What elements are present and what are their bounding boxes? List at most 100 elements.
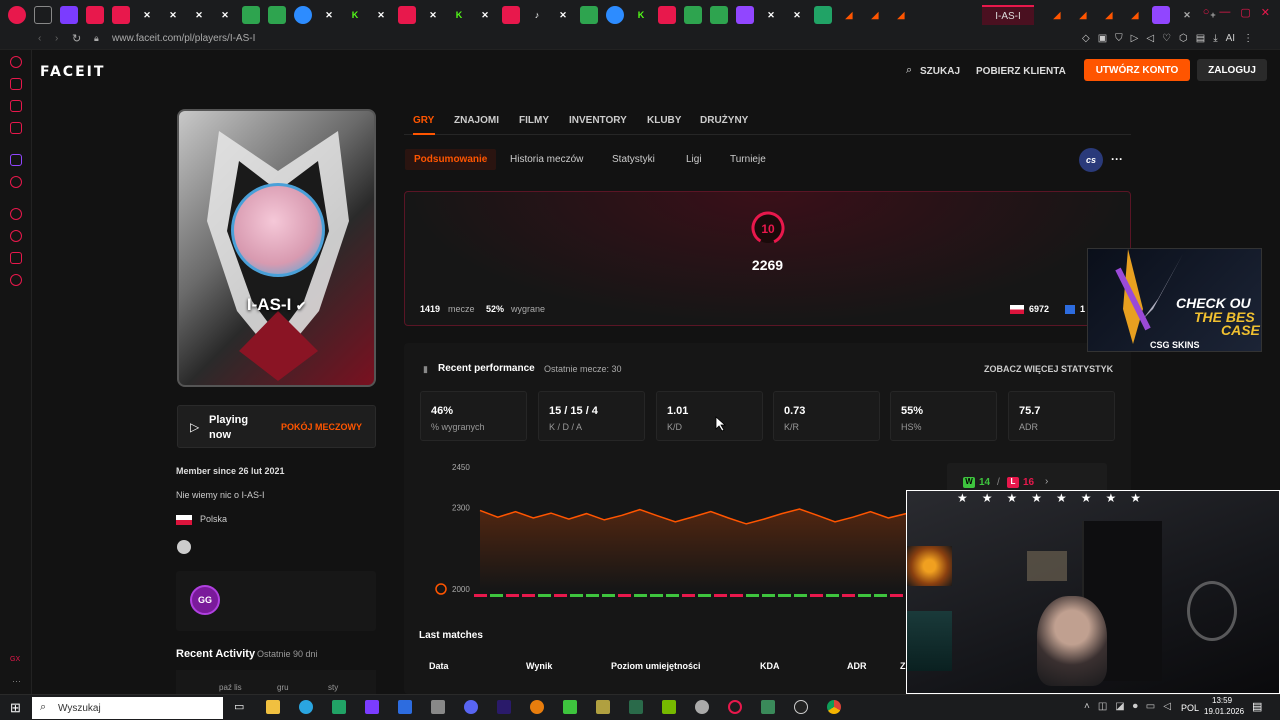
maximize-icon[interactable]: ▢ <box>1240 6 1250 19</box>
blender-icon[interactable] <box>530 700 544 714</box>
windows-start-icon[interactable]: ⊞ <box>10 700 21 716</box>
youtube-tab-icon[interactable] <box>398 6 416 24</box>
nvidia-icon[interactable] <box>662 700 676 714</box>
microphone-icon[interactable]: ⏺ <box>1133 701 1138 712</box>
tab-icon[interactable] <box>268 6 286 24</box>
search-link[interactable]: SZUKAJ <box>920 66 960 77</box>
gx-icon[interactable]: GX <box>10 656 20 663</box>
tray-icon[interactable]: ◫ <box>1098 701 1107 712</box>
app-icon[interactable] <box>695 700 709 714</box>
twitch-tab-icon[interactable] <box>736 6 754 24</box>
x-tab-icon[interactable]: ✕ <box>372 6 390 24</box>
app-icon[interactable] <box>629 700 643 714</box>
faceit-tab-icon[interactable]: ◢ <box>840 6 858 24</box>
back-icon[interactable]: ‹ <box>38 33 41 44</box>
download-client-link[interactable]: POBIERZ KLIENTA <box>976 66 1066 77</box>
history-icon[interactable] <box>10 230 22 242</box>
app-icon[interactable] <box>761 700 775 714</box>
taskbar-search-input[interactable]: ⌕ Wyszukaj <box>32 697 223 719</box>
shield-icon[interactable]: ⛉ <box>1115 33 1123 44</box>
volume-icon[interactable]: ◁ <box>1163 701 1171 712</box>
play-circle-icon[interactable] <box>10 208 22 220</box>
app-icon[interactable] <box>365 700 379 714</box>
login-button[interactable]: ZALOGUJ <box>1197 59 1267 81</box>
twitch-icon[interactable] <box>10 154 22 166</box>
more-stats-link[interactable]: ZOBACZ WIĘCEJ STATYSTYK <box>984 364 1113 374</box>
menu-icon[interactable]: ⋮ <box>1243 33 1253 44</box>
gg-badge-icon[interactable]: GG <box>190 585 220 615</box>
download-icon[interactable]: ⤓ <box>1213 33 1217 44</box>
instagram-icon[interactable] <box>10 176 22 188</box>
tab-teams[interactable]: DRUŻYNY <box>700 115 748 126</box>
x-tab-icon[interactable]: ✕ <box>762 6 780 24</box>
x-tab-icon[interactable]: ✕ <box>554 6 572 24</box>
subtab-leagues[interactable]: Ligi <box>677 149 711 170</box>
tab-games[interactable]: GRY <box>413 115 434 126</box>
extensions-icon[interactable]: ⬡ <box>1179 33 1188 44</box>
subtab-statistics[interactable]: Statystyki <box>603 149 664 170</box>
close-icon[interactable]: ✕ <box>1178 6 1196 24</box>
tab-icon[interactable] <box>710 6 728 24</box>
ai-icon[interactable]: AI <box>1226 33 1235 44</box>
faceit-tab-icon[interactable]: ◢ <box>1126 6 1144 24</box>
faceit-tab-icon[interactable]: ◢ <box>892 6 910 24</box>
faceit-tab-icon[interactable]: ◢ <box>866 6 884 24</box>
settings-icon[interactable] <box>10 274 22 286</box>
chevron-up-icon[interactable]: ˄ <box>1084 701 1090 712</box>
play-icon[interactable]: ▷ <box>1131 33 1139 44</box>
reload-icon[interactable]: ↻ <box>72 32 81 45</box>
app-icon[interactable] <box>596 700 610 714</box>
faceit-tab-icon[interactable]: ◢ <box>1100 6 1118 24</box>
faceit-tab-icon[interactable]: ◢ <box>1048 6 1066 24</box>
forward-icon[interactable]: › <box>55 33 58 44</box>
network-icon[interactable]: ▭ <box>1146 701 1155 712</box>
clock-date[interactable]: 19.01.2026 <box>1204 707 1244 716</box>
match-room-link[interactable]: POKÓJ MECZOWY <box>281 422 362 432</box>
x-tab-icon[interactable]: ✕ <box>216 6 234 24</box>
tab-friends[interactable]: ZNAJOMI <box>454 115 499 126</box>
clock-time[interactable]: 13:59 <box>1212 696 1232 705</box>
aria-icon[interactable] <box>10 78 22 90</box>
wallet-icon[interactable]: ▤ <box>1196 33 1205 44</box>
active-tab[interactable]: I-AS-I <box>982 5 1034 25</box>
app-icon[interactable] <box>398 700 412 714</box>
subtab-summary[interactable]: Podsumowanie <box>405 149 497 170</box>
youtube-tab-icon[interactable] <box>658 6 676 24</box>
notifications-icon[interactable]: ▤ <box>1252 700 1262 713</box>
search-icon[interactable]: ⌕ <box>906 64 912 77</box>
tiktok-tab-icon[interactable]: ♪ <box>528 6 546 24</box>
tab-icon[interactable] <box>60 6 78 24</box>
youtube-tab-icon[interactable] <box>112 6 130 24</box>
create-account-button[interactable]: UTWÓRZ KONTO <box>1084 59 1190 81</box>
tab-icon[interactable] <box>242 6 260 24</box>
subtab-tournaments[interactable]: Turnieje <box>721 149 775 170</box>
x-tab-icon[interactable]: ✕ <box>476 6 494 24</box>
close-window-icon[interactable]: ✕ <box>1261 6 1270 19</box>
steam-icon[interactable] <box>177 540 191 554</box>
x-tab-icon[interactable]: ✕ <box>424 6 442 24</box>
tab-videos[interactable]: FILMY <box>519 115 549 126</box>
snapshot-icon[interactable]: ▣ <box>1098 33 1107 44</box>
more-icon[interactable]: ··· <box>12 676 21 686</box>
minimize-icon[interactable]: — <box>1219 6 1230 19</box>
refresh-icon[interactable] <box>10 56 22 68</box>
x-tab-icon[interactable]: ✕ <box>190 6 208 24</box>
url-input[interactable]: www.faceit.com/pl/players/I-AS-I <box>112 33 255 44</box>
youtube-tab-icon[interactable] <box>86 6 104 24</box>
sheets-tab-icon[interactable] <box>814 6 832 24</box>
app-icon[interactable] <box>431 700 445 714</box>
csgoskins-ad[interactable]: CHECK OU THE BES CASE CSG SKINS <box>1087 248 1262 352</box>
search-icon[interactable]: ○ <box>1203 6 1210 19</box>
kick-tab-icon[interactable]: K <box>346 6 364 24</box>
obs-icon[interactable] <box>794 700 808 714</box>
tab-icon[interactable] <box>34 6 52 24</box>
kick-tab-icon[interactable]: K <box>450 6 468 24</box>
opera-gx-icon[interactable] <box>728 700 742 714</box>
bookmark-icon[interactable]: ◇ <box>1082 33 1090 44</box>
cs-game-icon[interactable]: cs <box>1079 148 1103 172</box>
x-tab-icon[interactable]: ✕ <box>138 6 156 24</box>
x-tab-icon[interactable]: ✕ <box>320 6 338 24</box>
faceit-logo[interactable]: FACEIT <box>40 64 105 80</box>
tab-clubs[interactable]: KLUBY <box>647 115 681 126</box>
discord-icon[interactable] <box>464 700 478 714</box>
